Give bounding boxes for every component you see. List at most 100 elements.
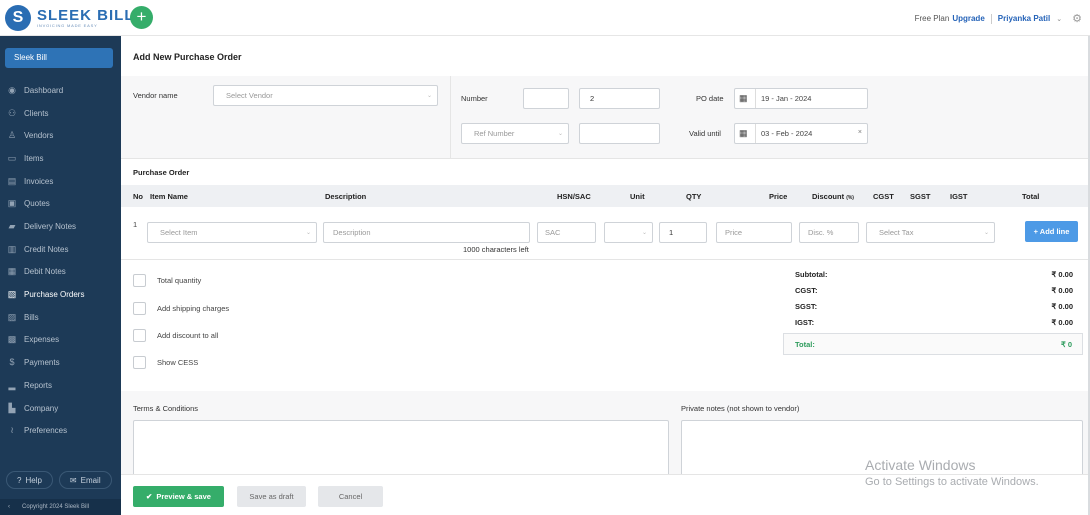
sidebar-item-dashboard[interactable]: ◉ Dashboard <box>0 80 121 100</box>
clients-icon: ⚇ <box>7 107 17 118</box>
vendor-select[interactable]: Select Vendor ⌄ <box>213 85 438 106</box>
sidebar-item-payments[interactable]: $ Payments <box>0 352 121 372</box>
terms-textarea[interactable] <box>133 420 669 480</box>
column-header-unit: Unit <box>630 192 645 201</box>
preview-save-button[interactable]: ✔ Preview & save <box>133 486 224 507</box>
sidebar-item-reports[interactable]: ▂ Reports <box>0 375 121 395</box>
check-icon: ✔ <box>146 492 153 501</box>
discount-input[interactable]: Disc. % <box>799 222 859 243</box>
number-input[interactable]: 2 <box>579 88 660 109</box>
company-switcher[interactable]: Sleek Bill <box>5 48 113 68</box>
show-cess-checkbox[interactable] <box>133 356 146 369</box>
discount-all-checkbox[interactable] <box>133 329 146 342</box>
sidebar-item-label: Bills <box>24 312 39 322</box>
watermark-subtitle: Go to Settings to activate Windows. <box>865 476 1039 488</box>
terms-label: Terms & Conditions <box>133 404 199 413</box>
chevron-down-icon: ⌄ <box>557 131 563 137</box>
collapse-sidebar-icon[interactable]: ‹ <box>8 504 10 510</box>
help-button[interactable]: ? Help <box>6 471 53 489</box>
sidebar-item-label: Credit Notes <box>24 244 69 254</box>
sidebar-item-label: Quotes <box>24 198 50 208</box>
sidebar-item-clients[interactable]: ⚇ Clients <box>0 103 121 123</box>
valid-until-picker[interactable]: ▦ 03 - Feb - 2024 × <box>734 123 868 144</box>
price-input[interactable]: Price <box>716 222 792 243</box>
company-icon: ▙ <box>8 402 16 413</box>
option-label: Show CESS <box>157 358 199 367</box>
sidebar-item-preferences[interactable]: ≀ Preferences <box>0 420 121 440</box>
shipping-charges-checkbox[interactable] <box>133 302 146 315</box>
subtotal-value: ₹ 0.00 <box>1051 270 1073 279</box>
characters-left-counter: 1000 characters left <box>463 245 529 254</box>
description-input[interactable]: Description <box>323 222 530 243</box>
shipping-charges-option[interactable]: Add shipping charges <box>133 302 229 315</box>
sleek-bill-logo[interactable]: S SLEEK BILL INVOICING MADE EASY <box>5 5 135 31</box>
cgst-label: CGST: <box>795 286 818 295</box>
upgrade-link[interactable]: Upgrade <box>952 14 984 23</box>
total-quantity-checkbox[interactable] <box>133 274 146 287</box>
sidebar-footer: ‹ Copyright 2024 Sleek Bill <box>0 499 121 515</box>
main-content: Add New Purchase Order Vendor name Selec… <box>121 36 1089 515</box>
help-label: Help <box>25 475 42 485</box>
discount-header-label: Discount <box>812 192 845 201</box>
cancel-button[interactable]: Cancel <box>318 486 383 507</box>
sidebar-item-label: Dashboard <box>24 85 64 95</box>
number-prefix-input[interactable] <box>523 88 569 109</box>
ref-number-input[interactable] <box>579 123 660 144</box>
tax-select[interactable]: Select Tax ⌄ <box>866 222 995 243</box>
column-header-qty: QTY <box>686 192 702 201</box>
chart-icon: ▂ <box>8 379 16 390</box>
clear-date-icon[interactable]: × <box>858 129 862 136</box>
column-header-price: Price <box>769 192 788 201</box>
sidebar-item-expenses[interactable]: ▩ Expenses <box>0 329 121 349</box>
valid-until-value: 03 - Feb - 2024 <box>761 129 813 138</box>
section-title: Purchase Order <box>133 168 190 177</box>
discount-all-option[interactable]: Add discount to all <box>133 329 218 342</box>
column-header-discount: Discount (%) <box>812 192 854 201</box>
save-draft-button[interactable]: Save as draft <box>237 486 306 507</box>
igst-value: ₹ 0.00 <box>1051 318 1073 327</box>
logo-mark: S <box>5 5 31 31</box>
items-icon: ▭ <box>7 152 17 163</box>
sidebar-item-label: Company <box>24 403 59 413</box>
sidebar-item-label: Items <box>24 153 44 163</box>
sidebar-item-company[interactable]: ▙ Company <box>0 398 121 418</box>
invoice-icon: ▤ <box>7 175 17 186</box>
logo-name: SLEEK BILL <box>37 7 135 24</box>
sidebar-item-delivery-notes[interactable]: ▰ Delivery Notes <box>0 216 121 236</box>
sidebar-item-invoices[interactable]: ▤ Invoices <box>0 171 121 191</box>
sidebar-item-label: Debit Notes <box>24 266 66 276</box>
sidebar: Sleek Bill ◉ Dashboard ⚇ Clients ♙ Vendors … <box>0 36 121 515</box>
sidebar-item-purchase-orders[interactable]: ▧ Purchase Orders <box>0 284 121 304</box>
sidebar-item-items[interactable]: ▭ Items <box>0 148 121 168</box>
column-header-no: No <box>133 192 143 201</box>
chevron-down-icon: ⌄ <box>983 230 989 236</box>
ref-number-select[interactable]: Ref Number ⌄ <box>461 123 569 144</box>
cgst-value: ₹ 0.00 <box>1051 286 1073 295</box>
sac-input[interactable]: SAC <box>537 222 596 243</box>
show-cess-option[interactable]: Show CESS <box>133 356 198 369</box>
add-line-button[interactable]: + Add line <box>1025 221 1078 242</box>
vendor-name-label: Vendor name <box>133 91 178 100</box>
chevron-down-icon[interactable]: ⌄ <box>1056 15 1062 23</box>
sidebar-item-label: Reports <box>24 380 53 390</box>
quick-add-button[interactable]: + <box>130 6 153 29</box>
gear-icon[interactable]: ⚙ <box>1072 12 1082 25</box>
sidebar-item-credit-notes[interactable]: ▥ Credit Notes <box>0 239 121 259</box>
total-quantity-option[interactable]: Total quantity <box>133 274 201 287</box>
truck-icon: ▰ <box>8 220 16 231</box>
qty-input[interactable]: 1 <box>659 222 707 243</box>
item-select[interactable]: Select Item ⌄ <box>147 222 317 243</box>
vendor-placeholder: Select Vendor <box>226 91 273 100</box>
po-date-picker[interactable]: ▦ 19 - Jan - 2024 <box>734 88 868 109</box>
sidebar-item-label: Clients <box>24 108 49 118</box>
option-label: Total quantity <box>157 276 202 285</box>
sidebar-item-bills[interactable]: ▨ Bills <box>0 307 121 327</box>
user-menu[interactable]: Priyanka Patil <box>998 14 1050 23</box>
sidebar-item-vendors[interactable]: ♙ Vendors <box>0 125 121 145</box>
sidebar-item-quotes[interactable]: ▣ Quotes <box>0 193 121 213</box>
unit-select[interactable]: ⌄ <box>604 222 653 243</box>
email-button[interactable]: ✉ Email <box>58 471 112 489</box>
eye-icon: ◉ <box>8 84 16 95</box>
sac-placeholder: SAC <box>545 228 561 237</box>
sidebar-item-debit-notes[interactable]: ▦ Debit Notes <box>0 261 121 281</box>
